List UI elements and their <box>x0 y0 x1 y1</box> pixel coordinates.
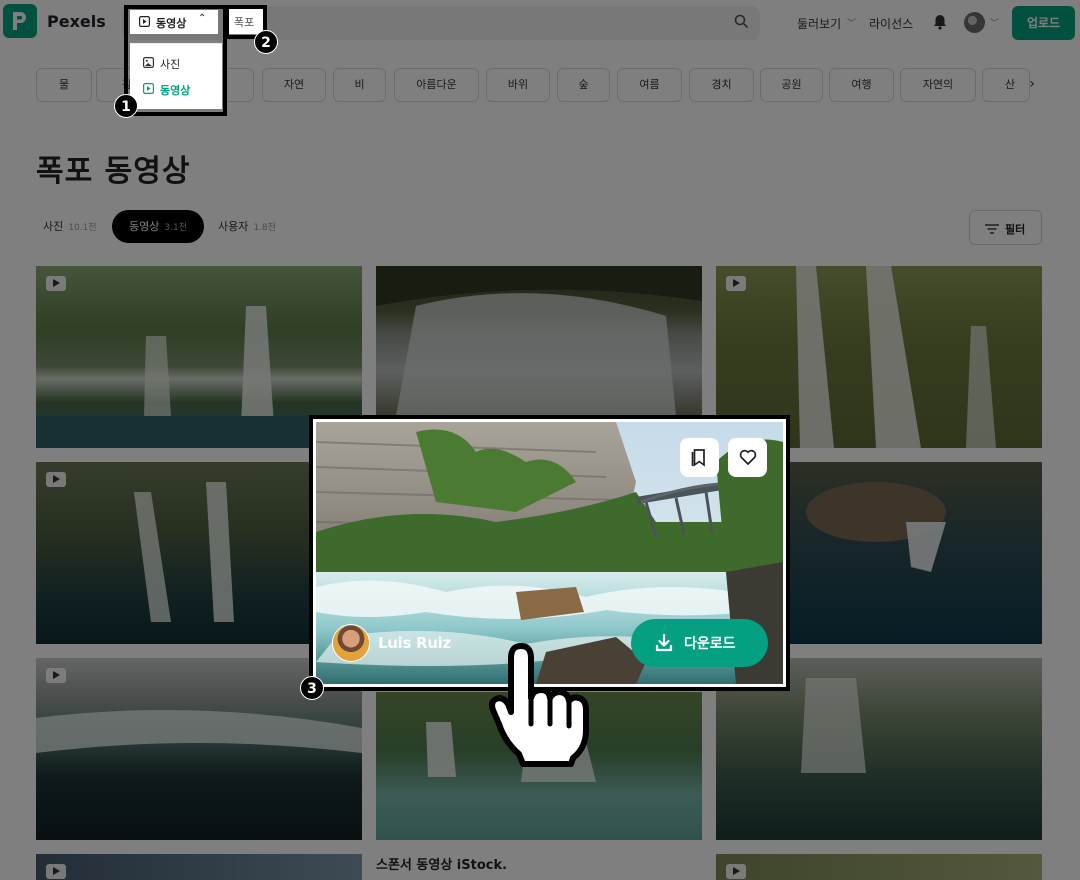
tag-chip[interactable]: 비 <box>333 68 386 102</box>
step-marker-3: 3 <box>300 676 324 700</box>
nav-license[interactable]: 라이선스 <box>869 15 913 32</box>
tab-count: 10.1천 <box>68 223 97 233</box>
tag-chip[interactable]: 자연 <box>262 68 326 102</box>
upload-button[interactable]: 업로드 <box>1012 6 1075 40</box>
tag-chip[interactable]: 아름다운 <box>394 68 479 102</box>
step-marker-2: 2 <box>254 30 278 54</box>
highlight-frame <box>124 5 227 116</box>
tag-chip[interactable]: 여행 <box>829 68 894 102</box>
hand-pointer-icon <box>489 643 589 767</box>
tag-chip[interactable]: 자연의 <box>900 68 976 102</box>
tab-videos[interactable]: 동영상 3.1천 <box>112 210 204 243</box>
filter-label: 필터 <box>1005 223 1026 236</box>
nav-explore[interactable]: 둘러보기 <box>797 15 841 32</box>
chevron-right-icon[interactable]: › <box>1020 76 1044 96</box>
chevron-down-icon: ﹀ <box>990 19 1000 29</box>
user-avatar[interactable] <box>964 12 985 33</box>
search-icon[interactable] <box>734 14 749 29</box>
filter-icon <box>985 224 999 234</box>
page-title: 폭포 동영상 <box>36 154 191 189</box>
logo-text[interactable]: Pexels <box>47 12 106 31</box>
tab-count: 1.8천 <box>253 223 276 233</box>
video-card[interactable] <box>376 266 702 416</box>
tab-label: 동영상 <box>129 220 160 233</box>
filter-button[interactable]: 필터 <box>969 210 1042 245</box>
tag-chip[interactable]: 경치 <box>689 68 754 102</box>
tag-chip[interactable]: 물 <box>36 68 92 102</box>
tab-photos[interactable]: 사진 10.1천 <box>36 210 104 243</box>
video-badge-icon <box>46 864 66 879</box>
video-card[interactable] <box>716 854 1042 880</box>
pexels-logo-icon[interactable] <box>3 4 37 38</box>
tab-label: 사용자 <box>218 220 249 233</box>
tab-count: 3.1천 <box>164 223 187 233</box>
tag-chip[interactable]: 여름 <box>617 68 682 102</box>
tag-chip[interactable]: 바위 <box>486 68 550 102</box>
bell-icon[interactable] <box>933 14 947 30</box>
tab-users[interactable]: 사용자 1.8천 <box>212 210 292 243</box>
tag-chip[interactable]: 공원 <box>760 68 823 102</box>
tag-chip[interactable]: 숲 <box>557 68 610 102</box>
video-card[interactable] <box>36 854 362 880</box>
tab-label: 사진 <box>43 220 64 233</box>
sponsor-title: 스폰서 동영상 iStock. <box>376 858 508 873</box>
chevron-down-icon: ﹀ <box>847 19 857 29</box>
video-badge-icon <box>726 864 746 879</box>
step-marker-1: 1 <box>114 94 138 118</box>
